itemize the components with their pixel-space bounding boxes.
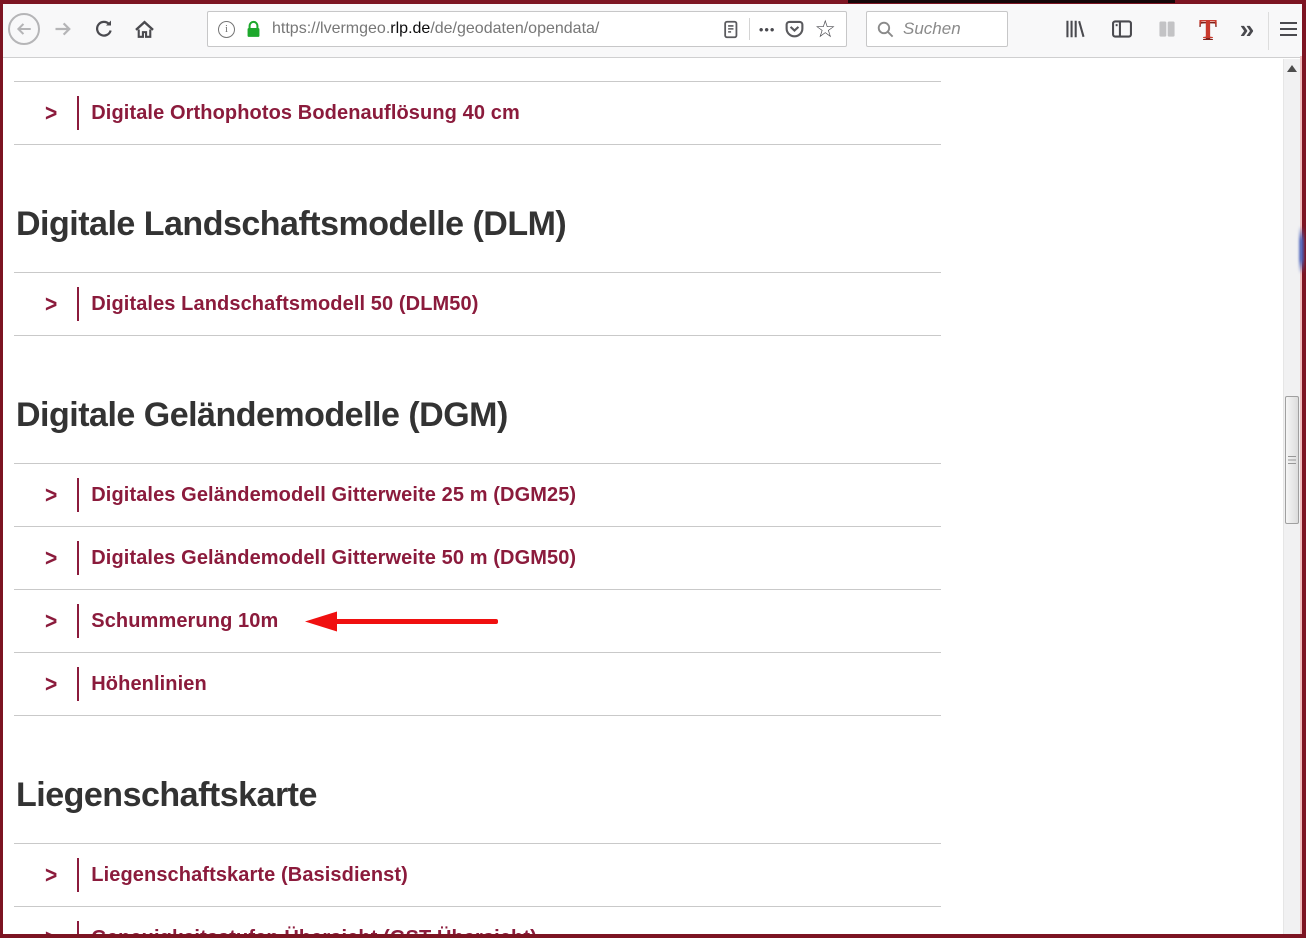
accordion-item-label[interactable]: Schummerung 10m: [91, 610, 278, 633]
hamburger-menu-icon[interactable]: [1272, 13, 1304, 45]
accordion-item[interactable]: > Höhenlinien: [14, 653, 941, 716]
accordion-item[interactable]: > Schummerung 10m: [14, 590, 941, 653]
data-section: Liegenschaftskarte > Liegenschaftskarte (B…: [14, 776, 941, 938]
chevron-right-icon: >: [45, 101, 57, 125]
arrow-head-icon: [305, 611, 337, 631]
accordion-item[interactable]: > Digitales Geländemodell Gitterweite 25 …: [14, 464, 941, 527]
section-heading: Digitale Geländemodelle (DGM): [16, 396, 939, 435]
accordion-list: > Digitales Landschaftsmodell 50 (DLM50): [14, 272, 941, 336]
chevron-right-icon: >: [45, 546, 57, 570]
accordion-item[interactable]: > Digitales Landschaftsmodell 50 (DLM50): [14, 273, 941, 336]
accordion-item-label[interactable]: Digitale Orthophotos Bodenauflösung 40 c…: [91, 102, 520, 125]
reader-mode-icon[interactable]: [721, 20, 740, 39]
accordion-item[interactable]: > Liegenschaftskarte (Basisdienst): [14, 844, 941, 907]
chevron-right-icon: >: [45, 672, 57, 696]
url-bar[interactable]: i https://lvermgeo.rlp.de/de/geodaten/op…: [207, 11, 847, 47]
arrow-shaft: [331, 619, 498, 624]
reload-icon: [94, 19, 114, 39]
back-button[interactable]: [8, 13, 40, 45]
open-book-icon[interactable]: [1151, 13, 1183, 45]
accordion-item-label[interactable]: Digitales Geländemodell Gitterweite 25 m…: [91, 484, 576, 507]
data-section: Digitale Landschaftsmodelle (DLM) > Digita…: [14, 205, 941, 336]
item-accent-bar: [77, 541, 79, 575]
item-accent-bar: [77, 667, 79, 701]
chevron-right-icon: >: [45, 863, 57, 887]
accordion-list: > Digitales Geländemodell Gitterweite 25 …: [14, 463, 941, 716]
chevron-right-icon: >: [45, 292, 57, 316]
accordion-item-label[interactable]: Höhenlinien: [91, 673, 207, 696]
library-icon[interactable]: [1059, 13, 1091, 45]
sidebar-toggle-icon[interactable]: [1106, 13, 1138, 45]
screenshot-border-right: [1302, 0, 1306, 938]
screenshot-border-bottom: [0, 934, 1306, 938]
search-input[interactable]: [903, 19, 993, 39]
screenshot-border-left: [0, 0, 3, 938]
annotation-arrow: [305, 611, 498, 632]
accordion-item-label[interactable]: Liegenschaftskarte (Basisdienst): [91, 864, 408, 887]
window-edge-artifact-top: [848, 0, 1175, 3]
vertical-scrollbar[interactable]: [1283, 59, 1300, 934]
window-edge-artifact-right: [1299, 226, 1304, 274]
accordion-item-label[interactable]: Digitales Geländemodell Gitterweite 50 m…: [91, 547, 576, 570]
accordion-item-label[interactable]: Digitales Landschaftsmodell 50 (DLM50): [91, 293, 478, 316]
home-icon: [134, 19, 155, 40]
item-accent-bar: [77, 604, 79, 638]
item-accent-bar: [77, 96, 79, 130]
search-icon: [876, 20, 895, 39]
page-actions-icon[interactable]: •••: [759, 22, 776, 37]
item-accent-bar: [77, 287, 79, 321]
accordion-list: >Liegenschaftskarte (Basisdienst)>Genaui…: [14, 843, 941, 938]
section-heading: Digitale Landschaftsmodelle (DLM): [16, 205, 939, 244]
overflow-menu-icon[interactable]: »: [1231, 13, 1263, 45]
forward-button[interactable]: [47, 13, 79, 45]
extension-t-icon[interactable]: T: [1192, 13, 1224, 45]
data-section: Digitale Geländemodelle (DGM) > Digitales …: [14, 396, 941, 716]
arrow-left-icon: [15, 20, 33, 38]
chevron-right-icon: >: [45, 483, 57, 507]
scrollbar-grip-icon: [1288, 456, 1296, 464]
accordion-item[interactable]: > Digitales Geländemodell Gitterweite 50 …: [14, 527, 941, 590]
urlbar-separator: [749, 18, 750, 40]
item-accent-bar: [77, 478, 79, 512]
site-info-icon[interactable]: i: [218, 21, 235, 38]
scrollbar-thumb[interactable]: [1285, 396, 1299, 524]
arrow-right-icon: [53, 19, 73, 39]
page-content: > Digitale Orthophotos Bodenauflösung 40 …: [3, 59, 1300, 938]
opendata-list: > Digitale Orthophotos Bodenauflösung 40 …: [14, 59, 941, 938]
search-box[interactable]: [866, 11, 1008, 47]
section-heading: Liegenschaftskarte: [16, 776, 939, 815]
url-text[interactable]: https://lvermgeo.rlp.de/de/geodaten/open…: [272, 20, 712, 38]
item-accent-bar: [77, 858, 79, 892]
bookmark-star-icon[interactable]: ☆: [814, 17, 836, 41]
home-button[interactable]: [128, 13, 160, 45]
accordion-item[interactable]: > Digitale Orthophotos Bodenauflösung 40 …: [14, 82, 941, 145]
scroll-up-arrow-icon[interactable]: [1287, 65, 1297, 72]
accordion-list: > Digitale Orthophotos Bodenauflösung 40 …: [14, 81, 941, 145]
data-section: > Digitale Orthophotos Bodenauflösung 40 …: [14, 81, 941, 145]
lock-icon: [244, 20, 263, 39]
pocket-icon[interactable]: [784, 19, 805, 40]
browser-toolbar: i https://lvermgeo.rlp.de/de/geodaten/op…: [0, 4, 1306, 58]
toolbar-separator: [1268, 12, 1269, 50]
reload-button[interactable]: [88, 13, 120, 45]
chevron-right-icon: >: [45, 609, 57, 633]
